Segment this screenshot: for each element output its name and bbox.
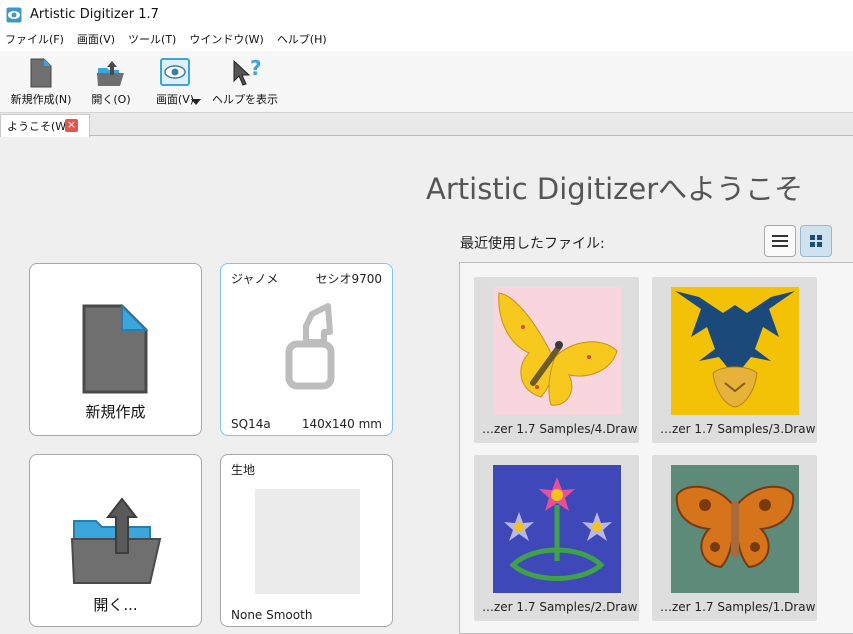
flowers-celtic-icon [493, 465, 621, 593]
open-button-label: 開く(O) [91, 93, 131, 106]
hoop-brand: ジャノメ [231, 272, 279, 286]
title-bar: Artistic Digitizer 1.7 [0, 0, 853, 29]
recent-file-item[interactable]: …zer 1.7 Samples/3.Draw [652, 277, 817, 443]
menu-bar: ファイル(F) 画面(V) ツール(T) ウインドウ(W) ヘルプ(H) [0, 29, 853, 51]
open-folder-icon [70, 497, 162, 584]
view-button[interactable]: 画面(V) [147, 57, 203, 109]
grid-view-button[interactable] [800, 225, 832, 257]
help-button-label: ヘルプを表示 [212, 93, 278, 106]
new-document-icon [82, 304, 148, 394]
view-button-label: 画面(V) [155, 93, 195, 106]
new-design-card[interactable]: 新規作成 [29, 263, 202, 436]
view-eye-icon [160, 58, 190, 86]
recent-file-item[interactable]: …zer 1.7 Samples/1.Draw [652, 455, 817, 621]
fabric-title: 生地 [231, 463, 256, 477]
help-cursor-icon: ? [233, 57, 262, 86]
help-button[interactable]: ? ヘルプを表示 [212, 57, 278, 109]
butterfly-yellow-icon [493, 287, 621, 415]
recent-files-panel: …zer 1.7 Samples/4.Draw …zer 1.7 Samples… [459, 262, 853, 634]
svg-text:?: ? [250, 57, 262, 80]
menu-help[interactable]: ヘルプ(H) [272, 29, 335, 51]
recent-file-caption: …zer 1.7 Samples/1.Draw [660, 600, 816, 614]
open-folder-icon [97, 61, 124, 86]
new-document-icon [30, 58, 52, 88]
open-button[interactable]: 開く(O) [91, 57, 131, 109]
page-title: Artistic Digitizerへようこそ [426, 172, 804, 206]
menu-file[interactable]: ファイル(F) [0, 29, 72, 51]
window-title: Artistic Digitizer 1.7 [30, 7, 159, 22]
hoop-icon [285, 303, 335, 390]
recent-file-caption: …zer 1.7 Samples/2.Draw [482, 600, 638, 614]
recent-file-item[interactable]: …zer 1.7 Samples/4.Draw [474, 277, 639, 443]
hoop-model: セシオ9700 [315, 272, 382, 286]
recent-file-item[interactable]: …zer 1.7 Samples/2.Draw [474, 455, 639, 621]
chevron-down-icon [191, 99, 201, 105]
app-icon [6, 7, 22, 22]
new-button-label: 新規作成(N) [10, 93, 72, 106]
new-design-label: 新規作成 [85, 403, 146, 421]
recent-file-caption: …zer 1.7 Samples/3.Draw [660, 422, 816, 436]
open-design-card[interactable]: 開く... [29, 454, 202, 627]
hoop-card[interactable]: ジャノメ セシオ9700 SQ14a 140x140 mm [220, 263, 393, 436]
close-icon[interactable]: × [65, 119, 78, 132]
fabric-name: None Smooth [231, 608, 313, 622]
tab-welcome-label: ようこそ(W) [7, 120, 71, 133]
tab-bar: ようこそ(W) × [0, 113, 853, 137]
list-icon [772, 235, 788, 247]
tab-welcome[interactable]: ようこそ(W) × [0, 114, 90, 137]
open-design-label: 開く... [93, 596, 138, 614]
menu-window[interactable]: ウインドウ(W) [184, 29, 271, 51]
recent-files-label: 最近使用したファイル: [460, 236, 605, 252]
moth-orange-icon [671, 465, 799, 593]
grid-icon [810, 235, 822, 247]
hoop-name: SQ14a [231, 417, 271, 431]
list-view-button[interactable] [764, 225, 796, 257]
menu-view[interactable]: 画面(V) [72, 29, 123, 51]
new-button[interactable]: 新規作成(N) [8, 57, 74, 109]
fabric-card[interactable]: 生地 None Smooth [220, 454, 393, 627]
toolbar: 新規作成(N) 開く(O) 画面(V) ? ヘルプを表示 [0, 51, 853, 113]
hoop-size: 140x140 mm [301, 417, 382, 431]
recent-file-caption: …zer 1.7 Samples/4.Draw [482, 422, 638, 436]
tiger-tribal-icon [671, 287, 799, 415]
menu-tools[interactable]: ツール(T) [123, 29, 184, 51]
fabric-swatch [255, 489, 360, 594]
